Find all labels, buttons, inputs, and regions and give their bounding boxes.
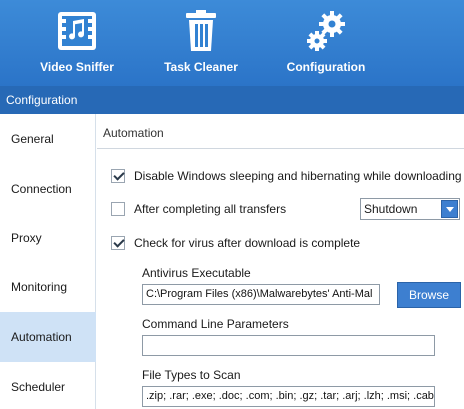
sidebar-item-general[interactable]: General [0, 114, 96, 164]
cmdline-label: Command Line Parameters [142, 317, 289, 331]
sidebar-item-monitoring[interactable]: Monitoring [0, 262, 96, 312]
browse-button[interactable]: Browse [397, 282, 461, 308]
virus-check-row: Check for virus after download is comple… [111, 234, 360, 252]
virus-check-checkbox[interactable] [111, 236, 125, 250]
video-sniffer-button[interactable]: Video Sniffer [32, 0, 122, 86]
disable-sleep-row: Disable Windows sleeping and hibernating… [111, 167, 462, 185]
after-complete-checkbox[interactable] [111, 202, 125, 216]
virus-check-label: Check for virus after download is comple… [134, 236, 361, 250]
antivirus-label: Antivirus Executable [142, 266, 251, 280]
disable-sleep-label: Disable Windows sleeping and hibernating… [134, 169, 462, 183]
gears-icon [307, 11, 345, 51]
disable-sleep-checkbox[interactable] [111, 169, 125, 183]
sidebar-item-scheduler[interactable]: Scheduler [0, 362, 96, 409]
cmdline-input[interactable] [142, 335, 435, 356]
chevron-down-icon[interactable] [441, 200, 458, 218]
task-cleaner-label: Task Cleaner [164, 60, 238, 74]
sidebar-item-proxy[interactable]: Proxy [0, 213, 96, 263]
section-title: Configuration [0, 86, 464, 114]
filetypes-input[interactable]: .zip; .rar; .exe; .doc; .com; .bin; .gz;… [142, 386, 435, 407]
automation-panel: Automation Disable Windows sleeping and … [97, 114, 464, 409]
after-action-select[interactable]: Shutdown [360, 198, 460, 220]
sidebar-item-automation[interactable]: Automation [0, 312, 96, 362]
group-divider [97, 148, 464, 149]
main-toolbar: Video Sniffer Task Cleaner Configuration [0, 0, 464, 86]
after-action-value: Shutdown [364, 202, 418, 216]
group-title: Automation [103, 126, 164, 140]
configuration-label: Configuration [286, 60, 366, 74]
filetypes-label: File Types to Scan [142, 368, 241, 382]
sidebar: General Connection Proxy Monitoring Auto… [0, 114, 96, 409]
trash-icon [186, 10, 216, 51]
antivirus-path-input[interactable]: C:\Program Files (x86)\Malwarebytes' Ant… [142, 284, 380, 305]
sidebar-item-connection[interactable]: Connection [0, 164, 96, 214]
video-sniffer-icon [58, 12, 96, 50]
task-cleaner-button[interactable]: Task Cleaner [158, 0, 244, 86]
configuration-button[interactable]: Configuration [282, 0, 370, 86]
after-complete-label: After completing all transfers [134, 202, 287, 216]
video-sniffer-label: Video Sniffer [40, 60, 114, 74]
after-complete-row: After completing all transfers [111, 200, 286, 218]
